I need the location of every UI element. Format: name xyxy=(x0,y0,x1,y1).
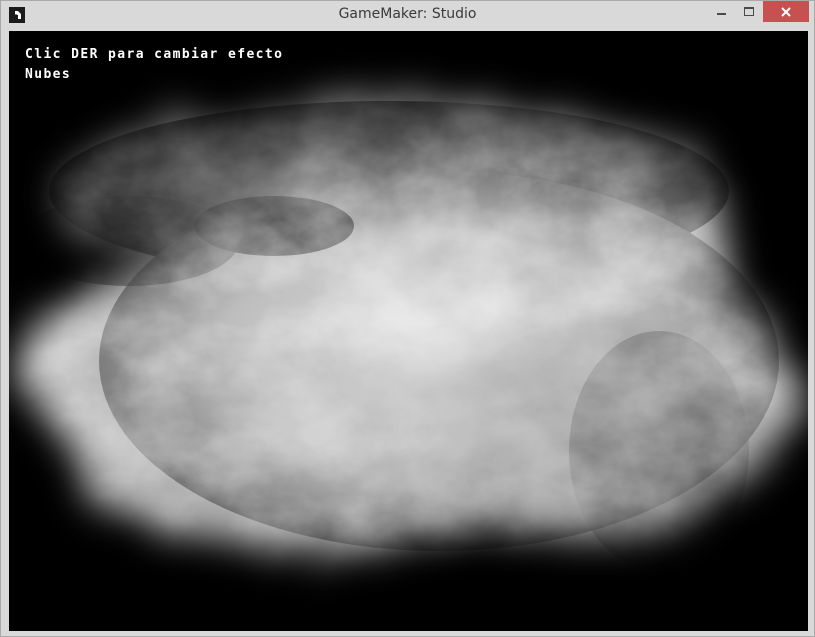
hud-overlay: Clic DER para cambiar efecto Nubes xyxy=(25,45,283,85)
instruction-text: Clic DER para cambiar efecto xyxy=(25,47,284,62)
maximize-button[interactable] xyxy=(735,1,762,22)
effect-name-text: Nubes xyxy=(25,67,72,82)
maximize-icon xyxy=(743,7,754,16)
title-bar[interactable]: GameMaker: Studio xyxy=(1,1,814,30)
window-title: GameMaker: Studio xyxy=(338,6,477,22)
game-window: GameMaker: Studio Clic DER para cambiar … xyxy=(0,0,815,637)
close-button[interactable] xyxy=(763,1,809,22)
minimize-icon xyxy=(717,12,726,15)
game-viewport[interactable]: Clic DER para cambiar efecto Nubes xyxy=(9,31,808,631)
close-icon xyxy=(781,6,791,17)
minimize-button[interactable] xyxy=(708,1,735,22)
cloud-effect xyxy=(9,31,808,631)
